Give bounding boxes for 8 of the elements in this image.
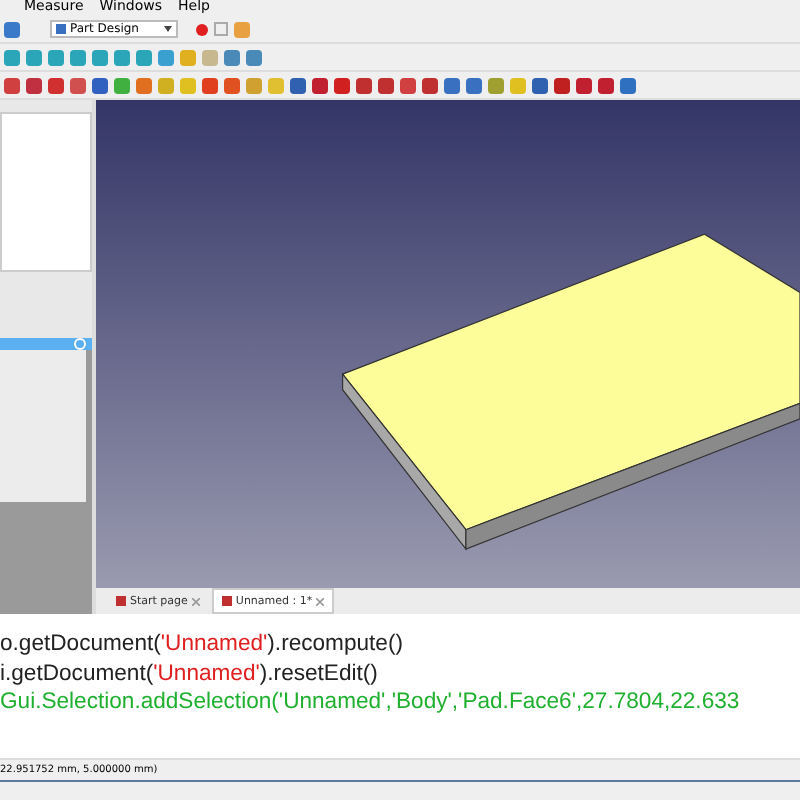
record-icon[interactable] xyxy=(196,23,208,35)
code-line: o.getDocument('Unnamed').recompute() xyxy=(0,630,403,659)
close-icon[interactable] xyxy=(191,597,200,605)
close-icon[interactable] xyxy=(316,597,325,605)
caret-icon xyxy=(164,26,172,32)
code-line: Gui.Selection.addSelection('Unnamed','Body','Pad.Face6',27.7804,22.633 xyxy=(0,688,740,717)
code-line: i.getDocument('Unnamed').resetEdit() xyxy=(0,659,378,688)
stop-icon[interactable] xyxy=(214,22,228,36)
